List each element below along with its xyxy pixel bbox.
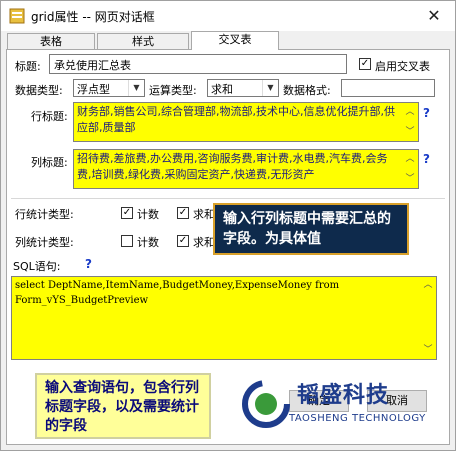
data-format-input[interactable] (341, 79, 435, 97)
scroll-up-icon: ︿ (423, 280, 433, 290)
data-format-label: 数据格式: (283, 84, 331, 97)
tab-style[interactable]: 样式 (97, 33, 189, 50)
watermark-logo: 韬盛科技 TAOSHENG TECHNOLOGY (237, 373, 447, 437)
dialog-window: grid属性 -- 网页对话框 ✕ 表格 样式 交叉表 标题: 承兑使用汇总表 … (0, 0, 456, 451)
sql-value: select DeptName,ItemName,BudgetMoney,Exp… (15, 280, 340, 306)
row-title-label: 行标题: (31, 110, 68, 123)
sql-help-icon[interactable]: ? (85, 257, 92, 271)
title-label: 标题: (15, 60, 41, 73)
title-input[interactable]: 承兑使用汇总表 (49, 54, 347, 74)
tab-table[interactable]: 表格 (7, 33, 95, 50)
row-stat-count-checkbox[interactable]: ✓ (121, 207, 133, 219)
row-title-value: 财务部,销售公司,综合管理部,物流部,技术中心,信息优化提升部,供应部,质量部 (77, 105, 395, 134)
row-stat-count-label: 计数 (137, 208, 159, 221)
row-title-help-icon[interactable]: ? (423, 106, 430, 120)
app-icon (9, 8, 25, 24)
watermark-name: 韬盛科技 (297, 383, 390, 408)
sql-textarea[interactable]: select DeptName,ItemName,BudgetMoney,Exp… (11, 276, 437, 360)
row-title-textarea[interactable]: 财务部,销售公司,综合管理部,物流部,技术中心,信息优化提升部,供应部,质量部 … (73, 102, 419, 142)
calc-type-select[interactable]: 求和 ▼ (207, 79, 279, 97)
watermark-sub: TAOSHENG TECHNOLOGY (289, 413, 426, 424)
col-title-help-icon[interactable]: ? (423, 152, 430, 166)
callout-sql-hint: 输入查询语句，包含行列标题字段，以及需要统计的字段 (35, 373, 211, 439)
enable-crosstab-checkbox[interactable]: ✓ (359, 58, 371, 70)
close-button[interactable]: ✕ (423, 6, 445, 26)
scroll-up-icon: ︿ (405, 154, 415, 164)
row-stat-sum-label: 求和 (193, 208, 215, 221)
calc-type-value: 求和 (211, 83, 233, 96)
col-title-label: 列标题: (31, 156, 68, 169)
col-stat-sum-label: 求和 (193, 236, 215, 249)
sql-scrollbar[interactable]: ︿ ﹀ (421, 278, 435, 358)
data-type-select[interactable]: 浮点型 ▼ (73, 79, 145, 97)
tab-crosstab[interactable]: 交叉表 (191, 31, 279, 50)
window-title: grid属性 -- 网页对话框 (31, 10, 155, 24)
col-title-textarea[interactable]: 招待费,差旅费,办公费用,咨询服务费,审计费,水电费,汽车费,会务费,培训费,绿… (73, 149, 419, 189)
chevron-down-icon: ▼ (262, 80, 278, 96)
scroll-down-icon: ﹀ (405, 127, 415, 137)
scroll-up-icon: ︿ (405, 107, 415, 117)
logo-icon (242, 380, 290, 428)
col-stat-count-checkbox[interactable] (121, 235, 133, 247)
col-stat-count-label: 计数 (137, 236, 159, 249)
calc-type-label: 运算类型: (149, 84, 197, 97)
col-stat-label: 列统计类型: (15, 236, 74, 249)
col-title-scrollbar[interactable]: ︿ ﹀ (403, 151, 417, 187)
chevron-down-icon: ▼ (128, 80, 144, 96)
scroll-down-icon: ﹀ (405, 174, 415, 184)
data-type-value: 浮点型 (77, 83, 110, 96)
sql-label: SQL语句: (13, 260, 61, 273)
data-type-label: 数据类型: (15, 84, 63, 97)
col-title-value: 招待费,差旅费,办公费用,咨询服务费,审计费,水电费,汽车费,会务费,培训费,绿… (77, 152, 388, 181)
title-bar: grid属性 -- 网页对话框 ✕ (1, 1, 455, 31)
row-title-scrollbar[interactable]: ︿ ﹀ (403, 104, 417, 140)
scroll-down-icon: ﹀ (423, 345, 433, 355)
callout-title-hint: 输入行列标题中需要汇总的字段。为具体值 (213, 203, 409, 255)
row-stat-sum-checkbox[interactable]: ✓ (177, 207, 189, 219)
col-stat-sum-checkbox[interactable]: ✓ (177, 235, 189, 247)
row-stat-label: 行统计类型: (15, 208, 74, 221)
enable-crosstab-label: 启用交叉表 (375, 60, 430, 73)
divider (11, 198, 445, 199)
